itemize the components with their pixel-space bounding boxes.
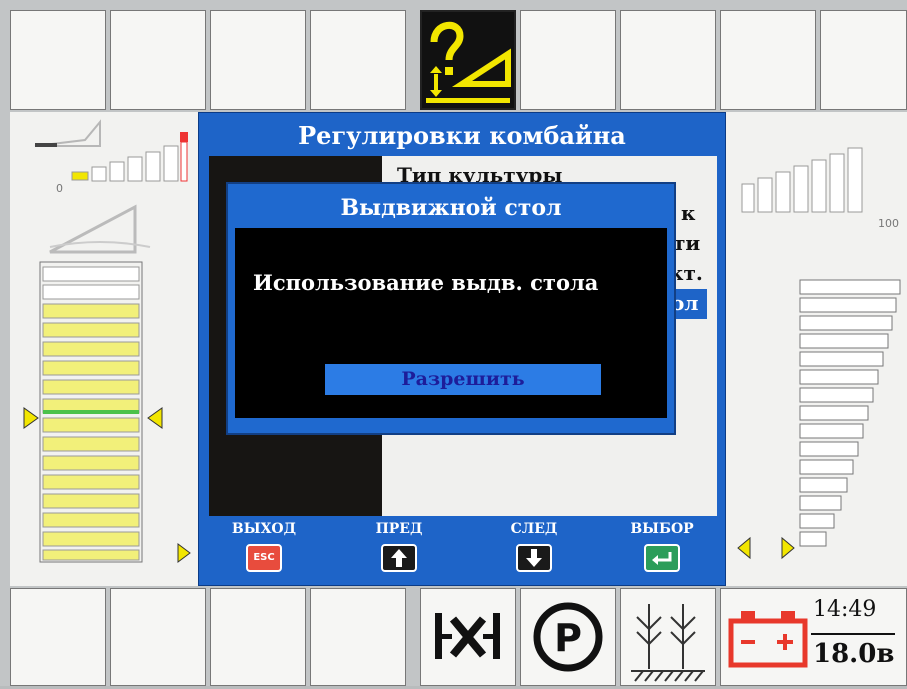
menu-item-2[interactable]: к: [681, 201, 695, 225]
status-cell: 14:49 18.0в: [720, 588, 907, 686]
svg-text:P: P: [554, 616, 582, 660]
bottom-cell-1: [10, 588, 106, 686]
right-gauges: [737, 147, 901, 560]
top-cell-4: [310, 10, 406, 110]
allow-button[interactable]: Разрешить: [325, 364, 601, 395]
clutch-cell: [420, 588, 516, 686]
bottom-status-bar: P 14:49 18.0в: [10, 588, 907, 686]
clutch-icon: [435, 613, 500, 659]
top-cell-6: [520, 10, 616, 110]
voltage-readout: 18.0в: [813, 639, 895, 669]
enter-key-icon: [644, 544, 680, 572]
next-button[interactable]: СЛЕД: [489, 520, 579, 582]
top-cell-3: [210, 10, 306, 110]
popup-message: Использование выдв. стола: [253, 270, 599, 295]
header-warning-cell: [420, 10, 516, 110]
dialog-title: Регулировки комбайна: [298, 121, 626, 150]
select-label: ВЫБОР: [630, 521, 694, 537]
exit-button[interactable]: ВЫХОД ESC: [219, 520, 309, 582]
header-height-warning-icon: [426, 22, 511, 103]
crop-field-icon: [631, 604, 705, 682]
arrow-up-icon: [381, 544, 417, 572]
menu-item-3[interactable]: ти: [673, 231, 700, 255]
right-gauge-panel: 100: [730, 112, 907, 586]
parking-brake-icon: P: [533, 602, 603, 672]
bottom-cell-3: [210, 588, 306, 686]
left-gauge-min-label: 0: [56, 182, 63, 195]
popup-body: Использование выдв. стола Разрешить: [235, 228, 667, 418]
extendable-table-dialog: Выдвижной стол Использование выдв. стола…: [226, 182, 676, 435]
crop-cell: [620, 588, 716, 686]
clock: 14:49: [813, 597, 877, 622]
previous-button[interactable]: ПРЕД: [354, 520, 444, 582]
top-cell-9: [820, 10, 907, 110]
bottom-cell-2: [110, 588, 206, 686]
select-button[interactable]: ВЫБОР: [617, 520, 707, 582]
top-cell-8: [720, 10, 816, 110]
next-label: СЛЕД: [510, 521, 558, 537]
top-status-bar: [10, 10, 907, 110]
status-divider: [811, 633, 895, 635]
exit-label: ВЫХОД: [231, 521, 297, 537]
battery-icon: [728, 611, 808, 668]
parking-cell: P: [520, 588, 616, 686]
previous-label: ПРЕД: [375, 521, 423, 537]
esc-key-icon: ESC: [246, 544, 282, 572]
top-cell-1: [10, 10, 106, 110]
popup-title: Выдвижной стол: [340, 195, 562, 221]
bottom-cell-4: [310, 588, 406, 686]
right-gauge-max-label: 100: [878, 217, 899, 230]
left-gauge-panel: 0: [10, 112, 200, 586]
arrow-down-icon: [516, 544, 552, 572]
top-cell-2: [110, 10, 206, 110]
left-gauges: [23, 119, 191, 563]
softkey-bar: ВЫХОД ESC ПРЕД СЛЕД ВЫБОР: [209, 518, 717, 584]
top-cell-7: [620, 10, 716, 110]
combine-display: 0 100 Регулировки комбайна Тип культуры …: [0, 0, 907, 686]
